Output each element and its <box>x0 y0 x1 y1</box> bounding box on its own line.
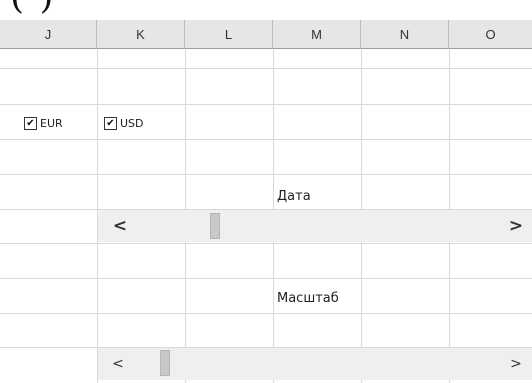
check-icon: ✔ <box>104 117 117 130</box>
page-heading-fragment: ( ) <box>0 0 532 20</box>
column-header-label: O <box>485 26 496 42</box>
eur-checkbox-label: EUR <box>40 117 63 130</box>
column-header-n[interactable]: N <box>361 20 449 49</box>
gridline-horizontal <box>0 243 532 244</box>
page-heading-text: ( ) <box>10 0 56 17</box>
scale-scroll-thumb[interactable] <box>160 350 170 376</box>
usd-checkbox-label: USD <box>120 117 144 130</box>
chevron-right-icon[interactable]: > <box>500 210 532 242</box>
usd-checkbox[interactable]: ✔ USD <box>104 117 144 130</box>
eur-checkbox[interactable]: ✔ EUR <box>24 117 63 130</box>
column-header-m[interactable]: M <box>273 20 361 49</box>
column-header-label: M <box>311 26 322 42</box>
gridline-horizontal <box>0 174 532 175</box>
column-header-label: N <box>399 26 410 42</box>
gridline-horizontal <box>0 139 532 140</box>
column-header-o[interactable]: O <box>449 20 532 49</box>
gridline-horizontal <box>0 68 532 69</box>
spreadsheet-grid: J K L M N O ✔ EUR ✔ USD Дата Масштаб < >… <box>0 20 532 383</box>
scale-label: Масштаб <box>277 291 339 306</box>
column-header-j[interactable]: J <box>0 20 97 49</box>
column-header-label: K <box>136 26 145 42</box>
gridline-horizontal <box>0 313 532 314</box>
scale-scrollbar[interactable]: < > <box>98 348 532 380</box>
column-header-l[interactable]: L <box>185 20 273 49</box>
gridline-horizontal <box>0 278 532 279</box>
chevron-left-icon[interactable]: < <box>98 348 138 380</box>
date-scrollbar[interactable]: < > <box>98 210 532 242</box>
column-header-label: L <box>224 26 233 42</box>
gridline-horizontal <box>0 104 532 105</box>
chevron-right-icon[interactable]: > <box>500 348 532 380</box>
check-icon: ✔ <box>24 117 37 130</box>
column-header-k[interactable]: K <box>97 20 185 49</box>
date-label: Дата <box>277 189 311 204</box>
column-header-label: J <box>44 26 52 42</box>
chevron-left-icon[interactable]: < <box>98 210 142 242</box>
date-scroll-thumb[interactable] <box>210 213 220 239</box>
